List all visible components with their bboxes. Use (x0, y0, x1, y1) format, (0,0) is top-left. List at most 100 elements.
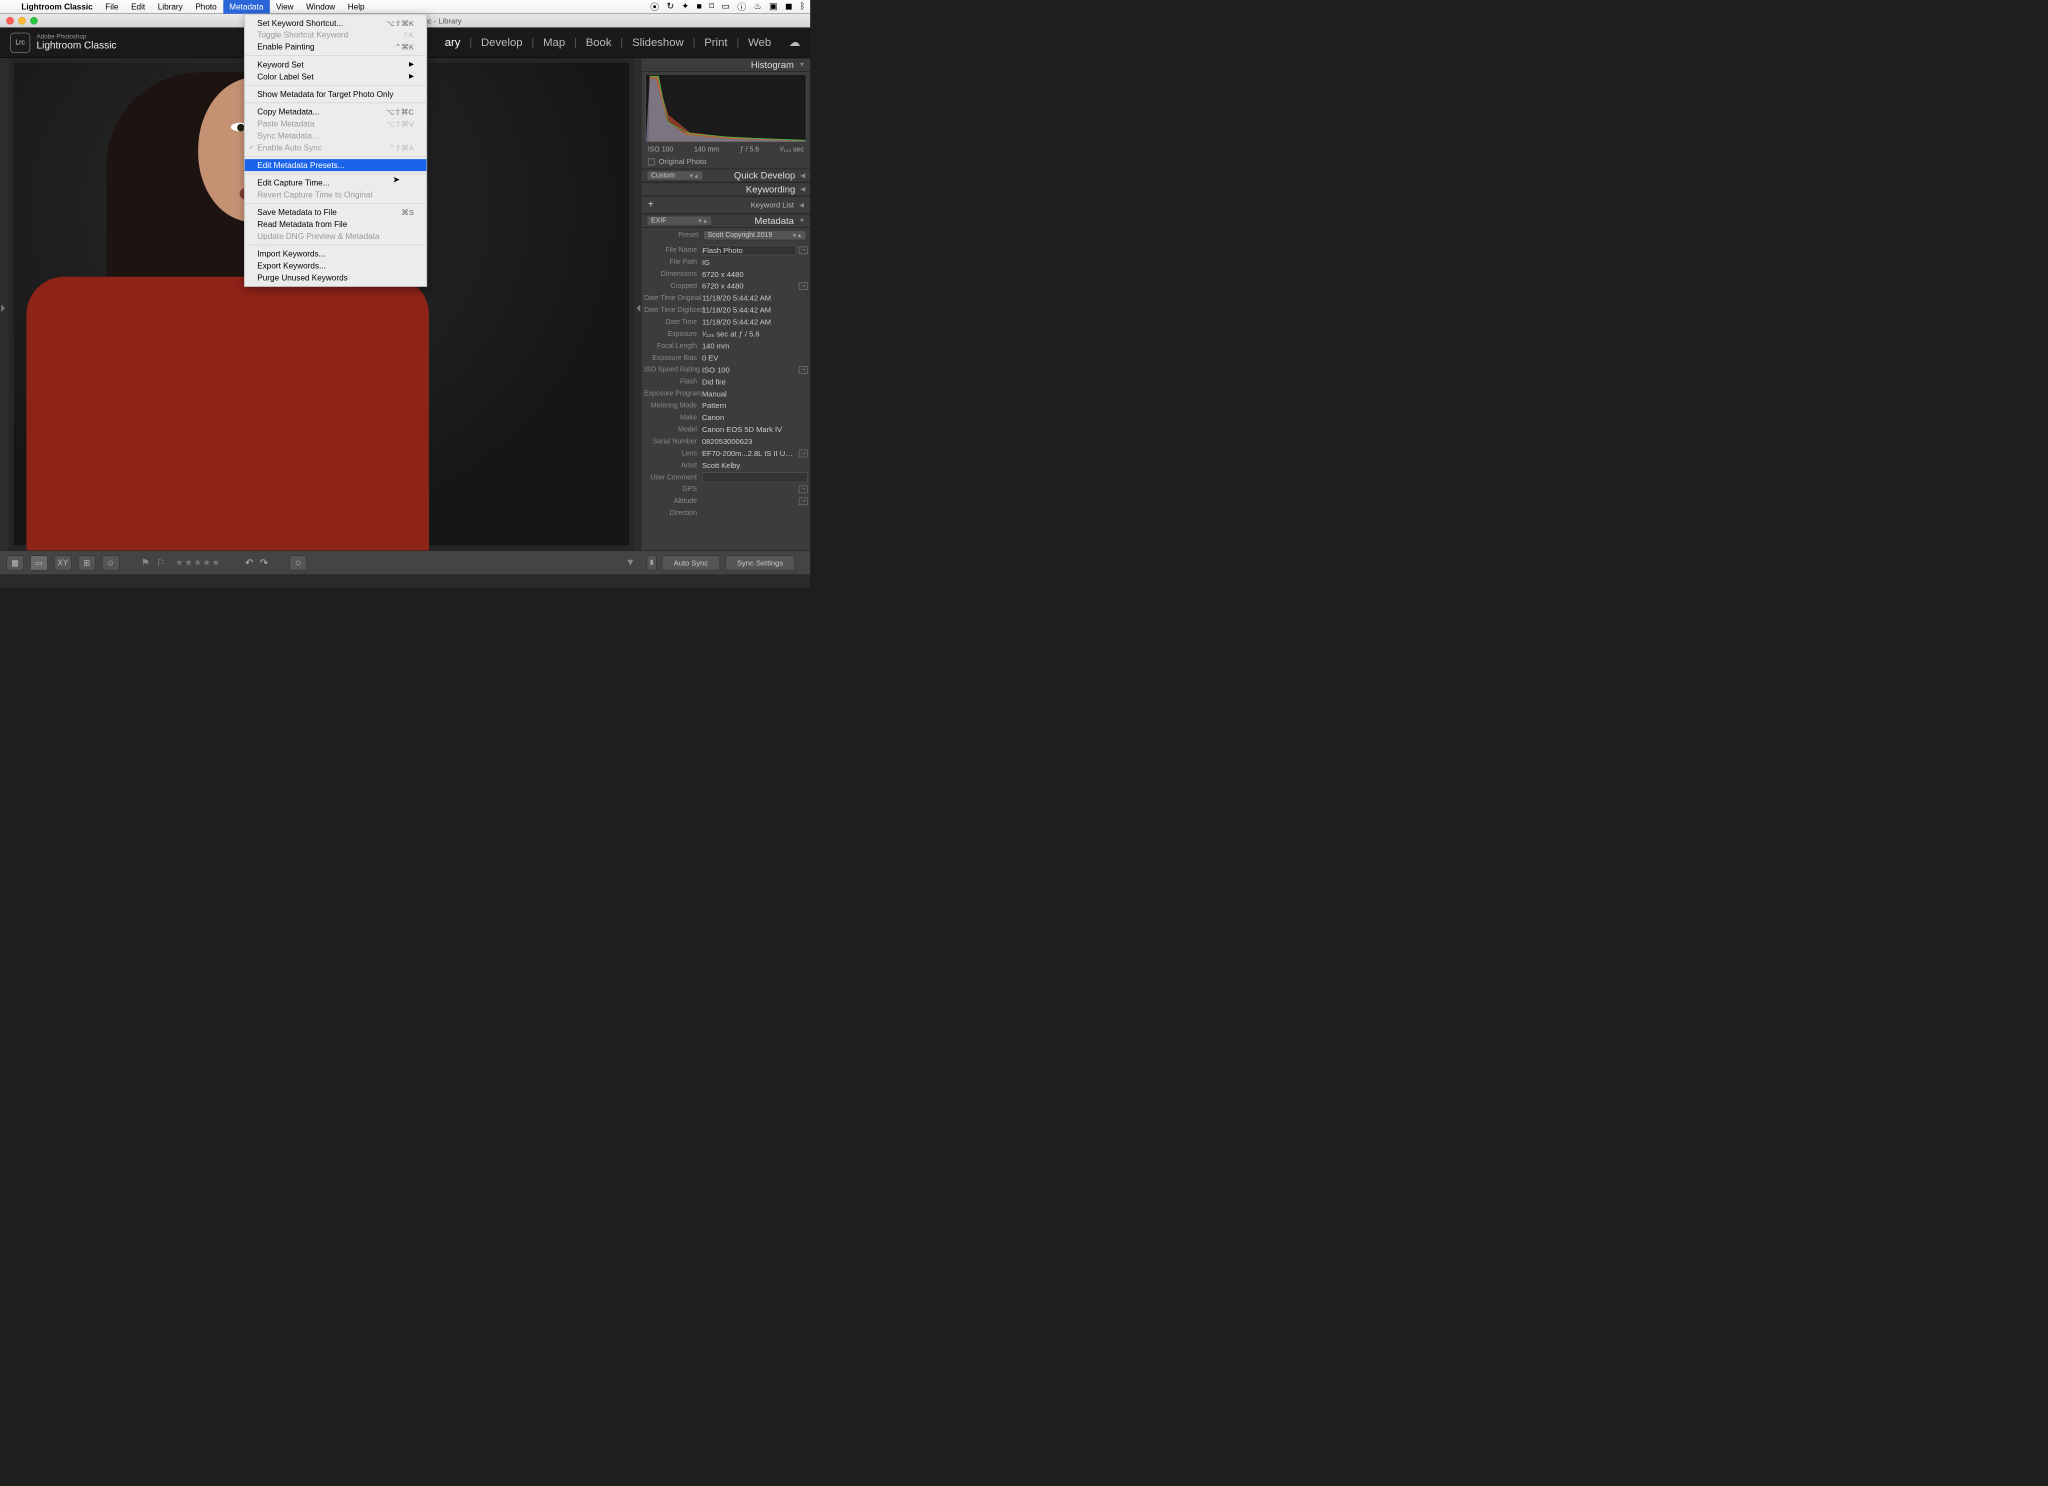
sync-toolbar: ▮ Auto Sync Sync Settings (642, 550, 811, 574)
menu-item[interactable]: Enable Painting⌃⌘K (245, 41, 427, 53)
people-view-button[interactable]: ☺ (102, 555, 120, 570)
keyword-list-header-row: + Keyword List◀ (642, 196, 811, 214)
metadata-value[interactable] (702, 472, 808, 482)
menu-item: ✓Enable Auto Sync⌃⇧⌘A (245, 142, 427, 154)
metadata-preset-row: Preset Scott Copyright 2019▼▲ (642, 228, 811, 243)
minimize-window-button[interactable] (18, 17, 26, 25)
grid-view-button[interactable]: ▦ (6, 555, 24, 570)
loupe-view-button[interactable]: ▭ (30, 555, 48, 570)
compare-view-button[interactable]: XY (54, 555, 72, 570)
histogram-display[interactable] (645, 74, 806, 142)
camera-icon[interactable]: ■ (696, 0, 701, 13)
menu-item[interactable]: Set Keyword Shortcut...⌥⇧⌘K (245, 17, 427, 29)
module-develop[interactable]: Develop (472, 36, 531, 49)
face-detect-button[interactable]: ☺ (290, 555, 308, 570)
app-icon[interactable]: ◼ (785, 0, 792, 13)
menu-item[interactable]: Export Keywords... (245, 260, 427, 272)
flag-reject-icon[interactable]: ⚐ (156, 556, 165, 569)
rotate-ccw-button[interactable]: ↶ (245, 556, 253, 569)
metadata-action-button[interactable]: ⇢ (799, 366, 808, 374)
flame-icon[interactable]: ♨ (754, 0, 762, 13)
metadata-action-button[interactable]: ⇢ (799, 282, 808, 290)
menu-metadata[interactable]: Metadata (223, 0, 270, 14)
metadata-label: Cropped (644, 282, 702, 290)
menu-view[interactable]: View (270, 0, 300, 14)
menu-item[interactable]: Purge Unused Keywords (245, 272, 427, 284)
menu-item[interactable]: Color Label Set▶ (245, 70, 427, 82)
metadata-label: Flash (644, 378, 702, 386)
metadata-action-button[interactable]: ⇢ (799, 449, 808, 457)
rotate-cw-button[interactable]: ↷ (260, 556, 268, 569)
module-library[interactable]: ary (436, 36, 469, 49)
menu-item[interactable]: Save Metadata to File⌘S (245, 206, 427, 218)
cloud-sync-icon[interactable]: ☁ (789, 36, 800, 49)
status-icon[interactable]: ↻ (667, 0, 674, 13)
sync-settings-button[interactable]: Sync Settings (725, 555, 795, 570)
metadata-header[interactable]: EXIF▼▲ Metadata▼ (642, 214, 811, 228)
menu-item[interactable]: Show Metadata for Target Photo Only (245, 88, 427, 100)
screen-icon[interactable]: ⌑ (709, 0, 714, 13)
metadata-set-dropdown[interactable]: EXIF▼▲ (647, 216, 712, 226)
bluetooth-icon[interactable]: ᛒ (800, 0, 805, 13)
metadata-label: Date Time (644, 318, 702, 326)
toolbar-menu-icon[interactable]: ▼ (625, 557, 635, 568)
survey-view-button[interactable]: ⊞ (78, 555, 96, 570)
menu-window[interactable]: Window (300, 0, 342, 14)
app-menu[interactable]: Lightroom Classic (15, 2, 99, 11)
collapse-right-icon (637, 304, 641, 312)
module-map[interactable]: Map (534, 36, 574, 49)
metadata-value: EF70-200m...2.8L IS II USM (702, 449, 796, 458)
maximize-window-button[interactable] (30, 17, 38, 25)
menu-edit[interactable]: Edit (125, 0, 152, 14)
metadata-row: ISO Speed RatingISO 100⇢ (644, 364, 808, 376)
menu-library[interactable]: Library (151, 0, 189, 14)
histogram-header[interactable]: Histogram▼ (642, 58, 811, 72)
auto-sync-switch[interactable]: ▮ (647, 555, 657, 570)
metadata-action-button[interactable]: ⇢ (799, 485, 808, 493)
menu-item[interactable]: Edit Capture Time... (245, 177, 427, 189)
metadata-action-button[interactable]: ⇢ (799, 246, 808, 254)
info-icon[interactable]: ⓘ (737, 0, 746, 13)
left-panel-collapsed[interactable] (0, 58, 9, 551)
module-picker: ary|Develop|Map|Book|Slideshow|Print|Web (436, 36, 780, 49)
expand-left-icon (1, 304, 5, 312)
add-keyword-button[interactable]: + (648, 199, 654, 210)
menu-file[interactable]: File (99, 0, 125, 14)
checkbox-icon[interactable] (648, 158, 655, 165)
metadata-row: LensEF70-200m...2.8L IS II USM⇢ (644, 447, 808, 459)
menu-item[interactable]: Import Keywords... (245, 248, 427, 260)
auto-sync-button[interactable]: Auto Sync (662, 555, 720, 570)
rating-stars[interactable]: ★★★★★ (175, 557, 220, 568)
quick-develop-header[interactable]: Custom▼▲ Quick Develop◀ (642, 169, 811, 183)
menu-item[interactable]: Copy Metadata...⌥⇧⌘C (245, 106, 427, 118)
menu-help[interactable]: Help (341, 0, 370, 14)
metadata-value: 11/18/20 5:44:42 AM (702, 317, 808, 326)
module-slideshow[interactable]: Slideshow (623, 36, 692, 49)
original-photo-toggle[interactable]: Original Photo (642, 155, 811, 169)
menu-item: Sync Metadata... (245, 130, 427, 142)
tablet-icon[interactable]: ▣ (769, 0, 777, 13)
display-icon[interactable]: ▭ (721, 0, 729, 13)
metadata-label: Metering Mode (644, 402, 702, 410)
menu-item[interactable]: Edit Metadata Presets... (245, 159, 427, 171)
metadata-action-button[interactable]: ⇢ (799, 497, 808, 505)
status-icon[interactable]: ✦ (682, 0, 689, 13)
module-print[interactable]: Print (695, 36, 736, 49)
metadata-label: Altitude (644, 497, 702, 505)
module-web[interactable]: Web (739, 36, 780, 49)
metadata-value: Canon EOS 5D Mark IV (702, 425, 808, 434)
flag-pick-icon[interactable]: ⚑ (141, 556, 150, 569)
right-panel-edge[interactable] (634, 58, 642, 551)
metadata-label: Lens (644, 449, 702, 457)
close-window-button[interactable] (6, 17, 14, 25)
module-book[interactable]: Book (577, 36, 620, 49)
menu-item[interactable]: Keyword Set▶ (245, 58, 427, 70)
menu-item[interactable]: Read Metadata from File (245, 218, 427, 230)
menu-photo[interactable]: Photo (189, 0, 223, 14)
metadata-value[interactable]: Flash Photo (702, 245, 796, 255)
metadata-preset-dropdown[interactable]: Scott Copyright 2019▼▲ (703, 230, 806, 240)
status-icon[interactable]: ⦿ (650, 0, 659, 13)
keywording-header[interactable]: Keywording◀ (642, 182, 811, 196)
quick-develop-preset-dropdown[interactable]: Custom▼▲ (647, 170, 704, 180)
metadata-row: Focal Length140 mm (644, 340, 808, 352)
